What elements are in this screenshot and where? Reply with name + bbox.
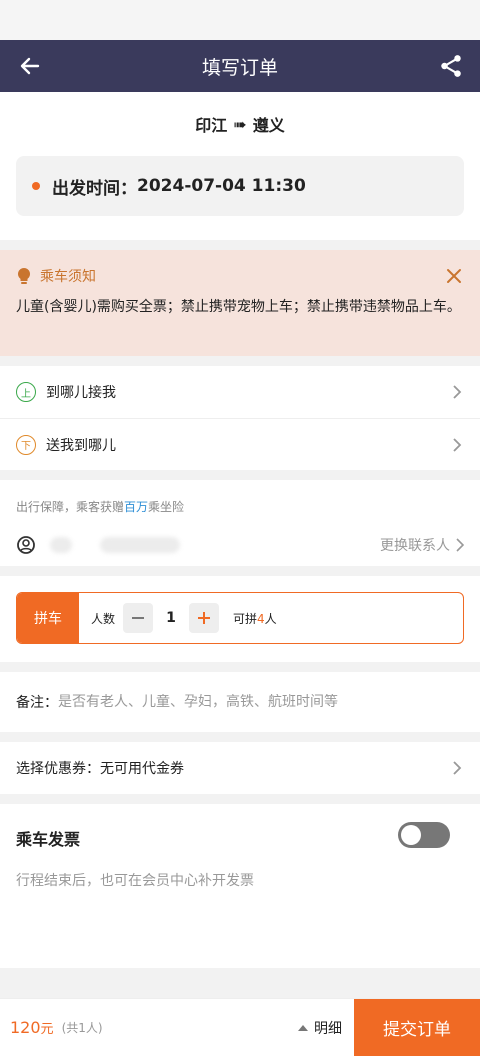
dropoff-row[interactable]: 下 送我到哪儿: [0, 418, 480, 470]
people-count: 1: [166, 610, 176, 626]
departure-label: 出发时间：: [52, 178, 137, 199]
coupon-value: 无可用代金券: [100, 761, 184, 777]
status-bar: [0, 0, 480, 40]
remark-label: 备注：: [16, 695, 58, 711]
dot-icon: [32, 182, 40, 190]
pickup-badge-icon: 上: [16, 382, 36, 402]
back-arrow-icon[interactable]: [18, 54, 42, 78]
departure-time-box: 出发时间： 2024-07-04 11:30: [16, 156, 464, 216]
chevron-right-icon: [453, 761, 462, 775]
total-price: 120元: [10, 1018, 54, 1037]
coupon-row[interactable]: 选择优惠券： 无可用代金券: [0, 742, 480, 794]
ride-notice: 乘车须知 儿童(含婴儿)需购买全票；禁止携带宠物上车；禁止携带违禁物品上车。: [0, 250, 480, 356]
contact-name-blurred: [50, 537, 72, 553]
route-title: 印江 ➠ 遵义: [16, 92, 464, 156]
lightbulb-icon: [17, 267, 31, 284]
carpool-card: 拼车 人数 1 可拼4人: [0, 576, 480, 662]
insurance-text: 出行保障，乘客获赠百万乘坐险: [16, 480, 464, 515]
remark-input[interactable]: [58, 694, 464, 710]
invoice-card: 乘车发票 行程结束后，也可在会员中心补开发票: [0, 804, 480, 968]
route-to: 遵义: [252, 116, 285, 135]
invoice-toggle[interactable]: [398, 822, 450, 848]
carpool-capacity: 可拼4人: [233, 610, 277, 627]
change-contact-button[interactable]: 更换联系人: [380, 535, 464, 555]
share-icon[interactable]: [438, 53, 464, 79]
notice-header: 乘车须知: [16, 262, 464, 290]
contact-phone-blurred: [100, 537, 180, 553]
insurance-prefix: 出行保障，乘客获赠: [16, 500, 125, 514]
carpool-selector: 拼车 人数 1 可拼4人: [16, 592, 464, 644]
location-card: 上 到哪儿接我 下 送我到哪儿: [0, 366, 480, 470]
increase-button[interactable]: [189, 603, 220, 633]
insurance-card: 出行保障，乘客获赠百万乘坐险 更换联系人: [0, 480, 480, 566]
app-header: 填写订单: [0, 40, 480, 92]
pickup-label: 到哪儿接我: [46, 385, 116, 401]
toggle-knob: [401, 825, 421, 845]
user-circle-icon: [17, 536, 35, 554]
capacity-suffix: 人: [264, 611, 277, 626]
route-arrow-icon: ➠: [233, 114, 247, 134]
notice-title: 乘车须知: [40, 269, 96, 285]
dropoff-badge-icon: 下: [16, 434, 36, 455]
chevron-right-icon: [453, 438, 462, 452]
bottom-bar: 120元 (共1人) 明细 提交订单: [0, 998, 480, 1056]
chevron-right-icon: [453, 385, 462, 399]
invoice-hint: 行程结束后，也可在会员中心补开发票: [16, 873, 254, 889]
caret-up-icon: [298, 1024, 308, 1031]
carpool-tag[interactable]: 拼车: [17, 593, 79, 643]
close-icon[interactable]: [446, 268, 462, 284]
capacity-number: 4: [257, 611, 265, 626]
chevron-right-icon: [456, 538, 464, 552]
detail-label: 明细: [314, 1020, 342, 1037]
plus-icon: [198, 612, 211, 624]
insurance-suffix: 乘坐险: [148, 500, 185, 514]
insurance-highlight: 百万: [124, 500, 149, 514]
decrease-button[interactable]: [123, 603, 154, 633]
people-label: 人数: [91, 611, 116, 626]
page-title: 填写订单: [201, 56, 278, 79]
dropoff-label: 送我到哪儿: [46, 437, 116, 454]
passenger-count-note: (共1人): [61, 1021, 103, 1035]
invoice-title: 乘车发票: [16, 830, 81, 849]
remark-row: 备注：: [0, 672, 480, 732]
pickup-row[interactable]: 上 到哪儿接我: [0, 366, 480, 418]
route-from: 印江: [195, 116, 228, 135]
notice-text: 儿童(含婴儿)需购买全票；禁止携带宠物上车；禁止携带违禁物品上车。: [16, 299, 461, 315]
price-value: 120: [10, 1018, 41, 1037]
price-detail-button[interactable]: 明细: [298, 1018, 342, 1038]
contact-row: 更换联系人: [16, 530, 464, 560]
change-contact-label: 更换联系人: [380, 538, 450, 554]
capacity-prefix: 可拼: [233, 611, 258, 626]
route-card: 印江 ➠ 遵义 出发时间： 2024-07-04 11:30: [0, 92, 480, 240]
departure-value: 2024-07-04 11:30: [137, 176, 306, 196]
submit-order-button[interactable]: 提交订单: [354, 998, 480, 1056]
price-unit: 元: [40, 1022, 54, 1037]
coupon-label: 选择优惠券：: [16, 761, 100, 777]
minus-icon: [132, 617, 145, 619]
